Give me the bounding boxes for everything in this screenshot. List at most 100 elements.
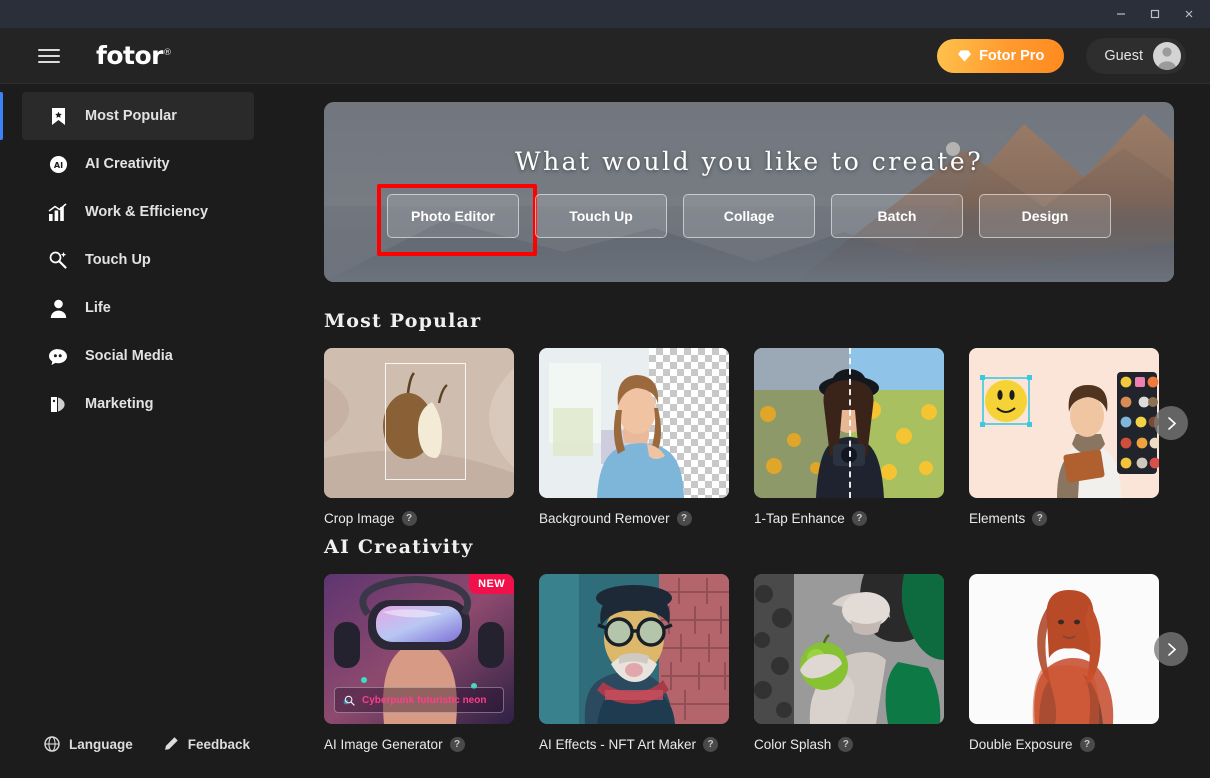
card-1-tap-enhance[interactable]: 1-Tap Enhance ? xyxy=(754,348,944,526)
card-elements[interactable]: Elements ? xyxy=(969,348,1159,526)
ai-circle-icon: AI xyxy=(48,154,68,174)
card-double-exposure[interactable]: Double Exposure ? xyxy=(969,574,1159,752)
card-label: Double Exposure ? xyxy=(969,737,1159,752)
card-ai-effects-nft-art-maker[interactable]: AI Effects - NFT Art Maker ? xyxy=(539,574,729,752)
sidebar-item-work-efficiency[interactable]: Work & Efficiency xyxy=(22,188,254,236)
sidebar-item-social-media[interactable]: Social Media xyxy=(22,332,254,380)
card-title: Crop Image xyxy=(324,511,395,526)
hero-button-touch-up[interactable]: Touch Up xyxy=(535,193,667,238)
card-color-splash[interactable]: Color Splash ? xyxy=(754,574,944,752)
sidebar-item-label: Work & Efficiency xyxy=(85,204,209,220)
sidebar-item-ai-creativity[interactable]: AI AI Creativity xyxy=(22,140,254,188)
fotor-pro-button[interactable]: Fotor Pro xyxy=(937,38,1065,73)
header-actions: Fotor Pro Guest xyxy=(937,37,1186,74)
card-title: 1-Tap Enhance xyxy=(754,511,845,526)
help-icon[interactable]: ? xyxy=(1079,737,1095,752)
card-background-remover[interactable]: Background Remover ? xyxy=(539,348,729,526)
new-badge: NEW xyxy=(469,574,514,594)
card-title: AI Effects - NFT Art Maker xyxy=(539,737,697,752)
sidebar-footer: Language Feedback xyxy=(0,736,302,778)
app-header: fotor® Fotor Pro Guest xyxy=(0,28,1210,84)
sidebar-item-label: Social Media xyxy=(85,348,173,364)
hero-button-collage[interactable]: Collage xyxy=(683,193,815,238)
ai-prompt-bar[interactable]: Cyberpunk futuristic neon xyxy=(334,687,504,713)
double-exposure-artwork xyxy=(969,574,1159,724)
card-crop-image[interactable]: Crop Image ? xyxy=(324,348,514,526)
hero-banner: What would you like to create? Photo Edi… xyxy=(324,102,1174,282)
sidebar-item-label: Life xyxy=(85,300,111,316)
search-icon xyxy=(344,695,355,706)
account-name: Guest xyxy=(1104,47,1143,64)
chevron-right-icon xyxy=(1167,416,1176,430)
card-label: Background Remover ? xyxy=(539,511,729,526)
help-icon[interactable]: ? xyxy=(449,737,465,752)
elements-artwork xyxy=(969,348,1159,498)
sidebar-item-marketing[interactable]: Marketing xyxy=(22,380,254,428)
hero-button-label: Design xyxy=(1021,207,1069,224)
card-title: AI Image Generator xyxy=(324,737,443,752)
card-label: AI Image Generator ? xyxy=(324,737,514,752)
sidebar-item-label: Touch Up xyxy=(85,252,151,268)
hero-button-batch[interactable]: Batch xyxy=(831,193,963,238)
carousel-next-ai-creativity[interactable] xyxy=(1154,632,1188,666)
diamond-icon xyxy=(958,49,972,62)
help-icon[interactable]: ? xyxy=(676,511,692,526)
hero-content: What would you like to create? Photo Edi… xyxy=(324,102,1174,282)
card-label: AI Effects - NFT Art Maker ? xyxy=(539,737,729,752)
fotor-pro-label: Fotor Pro xyxy=(979,47,1045,64)
card-title: Elements xyxy=(969,511,1026,526)
magic-wand-icon xyxy=(48,250,68,270)
card-ai-image-generator[interactable]: NEW Cyberpunk futuristic neon AI Image G… xyxy=(324,574,514,752)
help-icon[interactable]: ? xyxy=(1032,511,1048,526)
portrait-subject xyxy=(597,375,684,498)
card-thumbnail xyxy=(324,348,514,498)
price-tag-icon xyxy=(48,394,68,414)
help-icon[interactable]: ? xyxy=(703,737,719,752)
language-label: Language xyxy=(69,736,133,752)
main-content: What would you like to create? Photo Edi… xyxy=(302,84,1210,778)
card-thumbnail xyxy=(754,574,944,724)
card-label: Color Splash ? xyxy=(754,737,944,752)
account-button[interactable]: Guest xyxy=(1086,37,1186,74)
fotor-logo[interactable]: fotor® xyxy=(96,41,172,70)
sidebar-item-most-popular[interactable]: Most Popular xyxy=(0,92,254,140)
hero-button-label: Batch xyxy=(877,207,917,224)
window-maximize-button[interactable] xyxy=(1138,1,1172,27)
hamburger-menu-icon[interactable] xyxy=(38,48,60,63)
card-thumbnail xyxy=(969,574,1159,724)
hero-title: What would you like to create? xyxy=(514,146,984,176)
sidebar-item-life[interactable]: Life xyxy=(22,284,254,332)
sidebar-item-touch-up[interactable]: Touch Up xyxy=(22,236,254,284)
card-thumbnail xyxy=(969,348,1159,498)
svg-text:AI: AI xyxy=(53,160,62,169)
avatar xyxy=(1153,41,1181,70)
help-icon[interactable]: ? xyxy=(838,737,854,752)
hero-button-photo-editor[interactable]: Photo Editor xyxy=(377,183,537,256)
window-close-button[interactable] xyxy=(1172,1,1206,27)
bar-chart-icon xyxy=(48,202,68,222)
chevron-right-icon xyxy=(1167,642,1176,656)
help-icon[interactable]: ? xyxy=(401,511,417,526)
pencil-icon xyxy=(164,737,178,750)
card-label: Elements ? xyxy=(969,511,1159,526)
bookmark-star-icon xyxy=(48,106,68,126)
card-title: Color Splash xyxy=(754,737,832,752)
window-minimize-button[interactable] xyxy=(1104,1,1138,27)
window-titlebar xyxy=(0,0,1210,28)
feedback-button[interactable]: Feedback xyxy=(163,736,250,752)
help-icon[interactable]: ? xyxy=(851,511,867,526)
person-icon xyxy=(48,298,68,318)
sidebar: Most Popular AI AI Creativity Work & Eff… xyxy=(0,84,302,778)
hero-button-group: Photo Editor Touch Up Collage Batch Desi… xyxy=(377,183,1111,256)
card-label: 1-Tap Enhance ? xyxy=(754,511,944,526)
language-button[interactable]: Language xyxy=(44,736,133,752)
card-row-ai-creativity: NEW Cyberpunk futuristic neon AI Image G… xyxy=(324,574,1188,752)
hero-button-label: Collage xyxy=(723,207,775,224)
carousel-next-most-popular[interactable] xyxy=(1154,406,1188,440)
section-title: AI Creativity xyxy=(324,536,474,558)
hero-button-design[interactable]: Design xyxy=(979,193,1111,238)
section-title: Most Popular xyxy=(324,310,482,332)
before-after-divider xyxy=(849,348,851,498)
card-thumbnail xyxy=(539,348,729,498)
section-ai-creativity: AI Creativity NEW Cyberpunk futuristic n… xyxy=(324,536,1188,752)
